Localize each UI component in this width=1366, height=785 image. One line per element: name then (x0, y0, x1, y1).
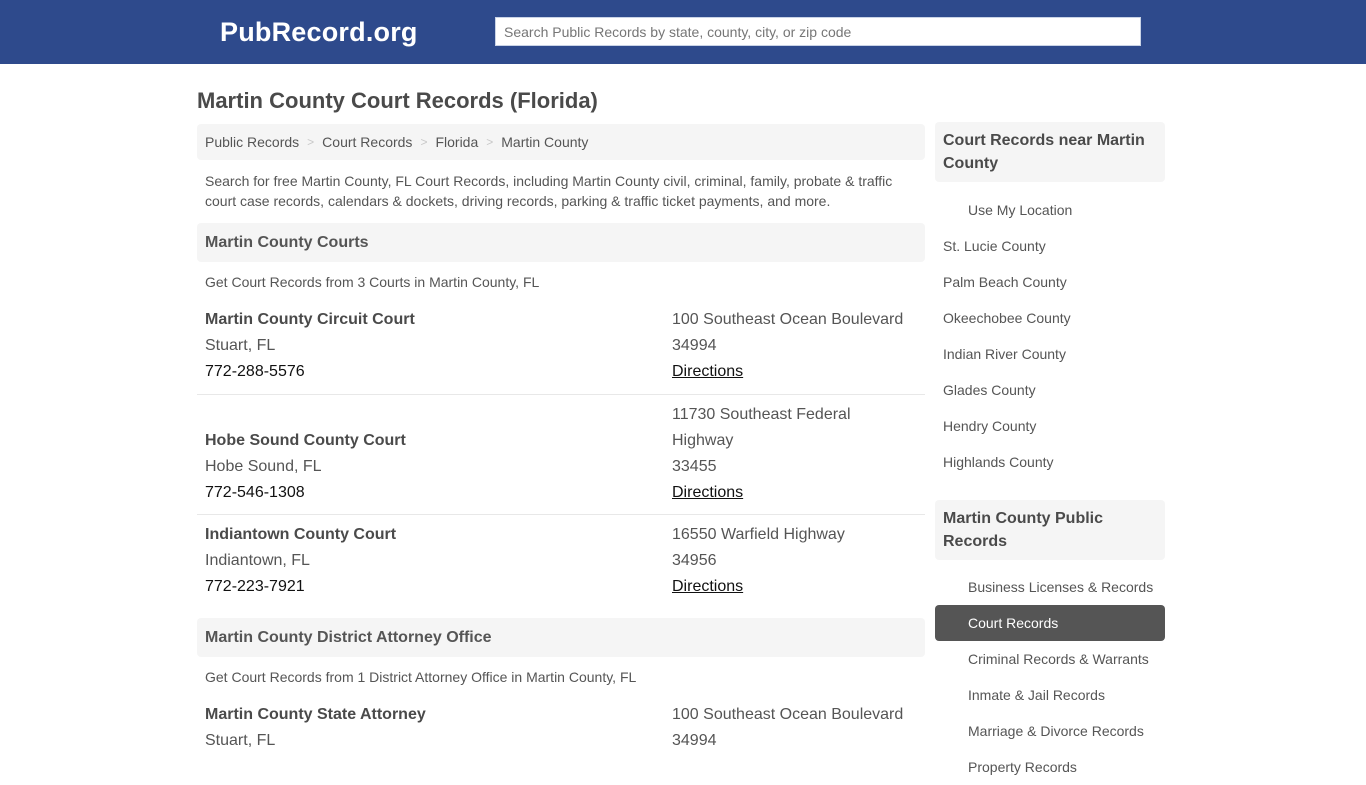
courts-section: Martin County Courts Get Court Records f… (197, 223, 925, 610)
sidebar-nearby: Court Records near Martin County Use My … (935, 122, 1165, 480)
court-city: Hobe Sound, FL (205, 458, 322, 475)
court-zip: 34994 (672, 337, 717, 354)
intro-text: Search for free Martin County, FL Court … (205, 173, 893, 209)
breadcrumb-separator: > (307, 135, 315, 149)
court-name: Indiantown County Court (205, 526, 397, 543)
directions-link[interactable]: Directions (672, 363, 743, 380)
court-address: Highway (672, 432, 734, 449)
section-subtitle: Get Court Records from 3 Courts in Marti… (205, 274, 540, 290)
court-phone[interactable]: 772-223-7921 (205, 574, 672, 600)
use-my-location-link[interactable]: Use My Location (935, 192, 1165, 228)
attorney-address: 100 Southeast Ocean Boulevard (672, 706, 904, 723)
court-address: 11730 Southeast Federal (672, 406, 851, 423)
breadcrumb-martin-county[interactable]: Martin County (501, 134, 588, 150)
section-subtitle: Get Court Records from 1 District Attorn… (205, 669, 637, 685)
court-entry: Martin County Circuit Court Stuart, FL 7… (197, 302, 925, 395)
court-city: Stuart, FL (205, 337, 276, 354)
court-zip: 34956 (672, 552, 717, 569)
search-input[interactable] (495, 17, 1141, 46)
breadcrumb: Public Records > Court Records > Florida… (197, 124, 925, 160)
sidebar-heading: Martin County Public Records (935, 500, 1165, 560)
court-address: 16550 Warfield Highway (672, 526, 845, 543)
directions-link[interactable]: Directions (672, 578, 743, 595)
nearby-county-link[interactable]: Indian River County (935, 336, 1165, 372)
site-logo[interactable]: PubRecord.org (220, 17, 418, 48)
breadcrumb-florida[interactable]: Florida (435, 134, 478, 150)
court-entry: Indiantown County Court Indiantown, FL 7… (197, 515, 925, 610)
section-heading: Martin County District Attorney Office (197, 618, 925, 657)
court-name: Martin County Circuit Court (205, 311, 415, 328)
records-link-court[interactable]: Court Records (935, 605, 1165, 641)
nearby-county-link[interactable]: Highlands County (935, 444, 1165, 480)
top-navbar: PubRecord.org (0, 0, 1366, 64)
attorney-city: Stuart, FL (205, 732, 276, 749)
breadcrumb-court-records[interactable]: Court Records (322, 134, 412, 150)
nearby-county-link[interactable]: Hendry County (935, 408, 1165, 444)
nearby-county-link[interactable]: Okeechobee County (935, 300, 1165, 336)
section-heading: Martin County Courts (197, 223, 925, 262)
main-content: Public Records > Court Records > Florida… (197, 124, 925, 754)
nearby-county-link[interactable]: Glades County (935, 372, 1165, 408)
records-link-property[interactable]: Property Records (935, 749, 1165, 785)
breadcrumb-public-records[interactable]: Public Records (205, 134, 299, 150)
court-address: 100 Southeast Ocean Boulevard (672, 311, 904, 328)
nearby-county-link[interactable]: Palm Beach County (935, 264, 1165, 300)
court-phone[interactable]: 772-288-5576 (205, 359, 672, 385)
directions-link[interactable]: Directions (672, 484, 743, 501)
records-link-inmate[interactable]: Inmate & Jail Records (935, 677, 1165, 713)
records-link-marriage[interactable]: Marriage & Divorce Records (935, 713, 1165, 749)
court-zip: 33455 (672, 458, 717, 475)
sidebar-public-records: Martin County Public Records Business Li… (935, 500, 1165, 785)
attorney-name: Martin County State Attorney (205, 706, 426, 723)
court-city: Indiantown, FL (205, 552, 310, 569)
breadcrumb-separator: > (486, 135, 494, 149)
sidebar-heading: Court Records near Martin County (935, 122, 1165, 182)
attorney-zip: 34994 (672, 732, 717, 749)
attorney-entry: Martin County State Attorney Stuart, FL … (197, 697, 925, 754)
records-link-criminal[interactable]: Criminal Records & Warrants (935, 641, 1165, 677)
breadcrumb-separator: > (420, 135, 428, 149)
court-entry: Hobe Sound County Court Hobe Sound, FL 7… (197, 395, 925, 515)
court-name: Hobe Sound County Court (205, 432, 406, 449)
page-title: Martin County Court Records (Florida) (197, 88, 598, 113)
records-link-business[interactable]: Business Licenses & Records (935, 569, 1165, 605)
nearby-county-link[interactable]: St. Lucie County (935, 228, 1165, 264)
district-attorney-section: Martin County District Attorney Office G… (197, 618, 925, 754)
court-phone[interactable]: 772-546-1308 (205, 480, 672, 506)
